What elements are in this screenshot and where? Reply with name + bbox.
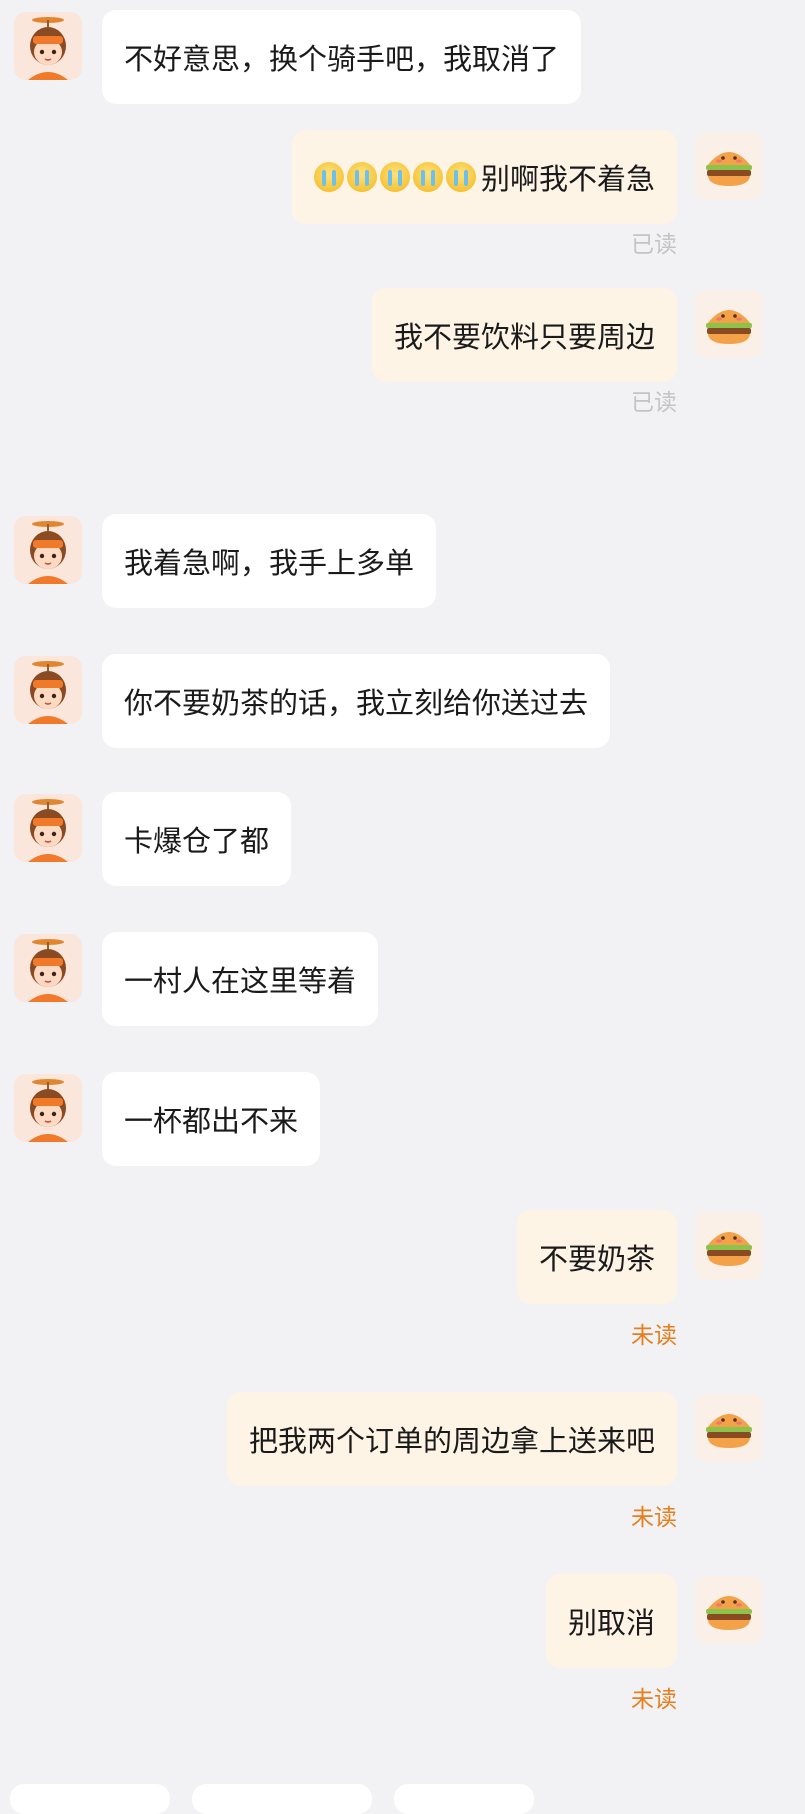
message-bubble[interactable]: 别取消 bbox=[545, 1574, 677, 1668]
burger-avatar-icon[interactable] bbox=[695, 290, 763, 358]
message-bubble[interactable]: 一村人在这里等着 bbox=[102, 932, 379, 1026]
crying-face-emoji bbox=[412, 162, 443, 192]
message-text: 别取消 bbox=[567, 1606, 655, 1640]
courier-avatar-icon[interactable] bbox=[14, 934, 82, 1002]
message-bubble[interactable]: 不要奶茶 bbox=[516, 1210, 677, 1304]
message-bubble[interactable]: 我不要饮料只要周边 bbox=[371, 288, 677, 382]
courier-avatar-icon[interactable] bbox=[14, 1074, 82, 1142]
crying-face-emoji bbox=[313, 162, 344, 192]
unread-status: 未读 bbox=[631, 1687, 677, 1713]
message-text: 你不要奶茶的话，我立刻给你送过去 bbox=[124, 686, 589, 720]
message-text: 不好意思，换个骑手吧，我取消了 bbox=[124, 42, 560, 76]
read-status: 已读 bbox=[631, 232, 677, 258]
message-text: 把我两个订单的周边拿上送来吧 bbox=[248, 1424, 655, 1458]
message-row: 一村人在这里等着 bbox=[0, 932, 805, 1026]
message-bubble[interactable]: 不好意思，换个骑手吧，我取消了 bbox=[102, 10, 582, 104]
message-bubble[interactable]: 卡爆仓了都 bbox=[102, 792, 292, 886]
unread-status: 未读 bbox=[631, 1505, 677, 1531]
quick-reply-chip[interactable] bbox=[394, 1784, 534, 1814]
burger-avatar-icon[interactable] bbox=[695, 1394, 763, 1462]
unread-status: 未读 bbox=[631, 1323, 677, 1349]
message-bubble[interactable]: 别啊我不着急 bbox=[291, 130, 677, 224]
message-row: 我不要饮料只要周边 已读 bbox=[0, 288, 805, 418]
message-row: 不要奶茶 未读 bbox=[0, 1210, 805, 1349]
quick-reply-chip[interactable] bbox=[192, 1784, 372, 1814]
burger-avatar-icon[interactable] bbox=[695, 1212, 763, 1280]
message-row: 卡爆仓了都 bbox=[0, 792, 805, 886]
message-text: 我着急啊，我手上多单 bbox=[124, 546, 415, 580]
message-row: 不好意思，换个骑手吧，我取消了 bbox=[0, 10, 805, 104]
message-text: 一杯都出不来 bbox=[124, 1104, 299, 1138]
quick-reply-bar bbox=[0, 1784, 805, 1814]
courier-avatar-icon[interactable] bbox=[14, 794, 82, 862]
message-row: 把我两个订单的周边拿上送来吧 未读 bbox=[0, 1392, 805, 1531]
message-text: 卡爆仓了都 bbox=[124, 824, 270, 858]
message-text: 我不要饮料只要周边 bbox=[393, 320, 655, 354]
message-row: 别取消 未读 bbox=[0, 1574, 805, 1713]
crying-face-emoji bbox=[379, 162, 410, 192]
crying-face-emoji-group bbox=[313, 162, 479, 192]
message-row: 你不要奶茶的话，我立刻给你送过去 bbox=[0, 654, 805, 748]
message-text: 别啊我不着急 bbox=[480, 162, 655, 196]
message-bubble[interactable]: 我着急啊，我手上多单 bbox=[102, 514, 437, 608]
courier-avatar-icon[interactable] bbox=[14, 12, 82, 80]
message-row: 别啊我不着急 已读 bbox=[0, 130, 805, 260]
message-row: 我着急啊，我手上多单 bbox=[0, 514, 805, 608]
crying-face-emoji bbox=[346, 162, 377, 192]
message-text: 不要奶茶 bbox=[538, 1242, 655, 1276]
quick-reply-chip[interactable] bbox=[10, 1784, 170, 1814]
burger-avatar-icon[interactable] bbox=[695, 132, 763, 200]
message-bubble[interactable]: 一杯都出不来 bbox=[102, 1072, 321, 1166]
message-bubble[interactable]: 你不要奶茶的话，我立刻给你送过去 bbox=[102, 654, 611, 748]
message-text: 一村人在这里等着 bbox=[124, 964, 357, 998]
courier-avatar-icon[interactable] bbox=[14, 516, 82, 584]
burger-avatar-icon[interactable] bbox=[695, 1576, 763, 1644]
courier-avatar-icon[interactable] bbox=[14, 656, 82, 724]
message-bubble[interactable]: 把我两个订单的周边拿上送来吧 bbox=[226, 1392, 677, 1486]
read-status: 已读 bbox=[631, 390, 677, 416]
message-row: 一杯都出不来 bbox=[0, 1072, 805, 1166]
crying-face-emoji bbox=[445, 162, 476, 192]
